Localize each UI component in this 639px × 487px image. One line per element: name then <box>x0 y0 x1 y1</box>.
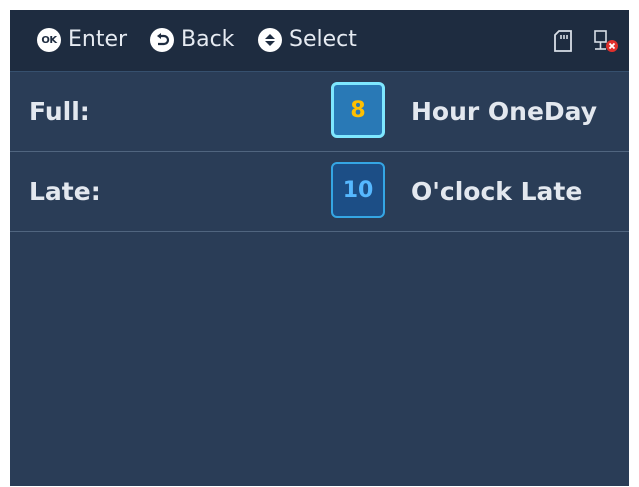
back-icon <box>150 28 174 52</box>
top-bar: OK Enter Back Select <box>10 10 629 72</box>
device-screen: OK Enter Back Select Full: 8 Hour OneDay… <box>10 10 629 486</box>
late-unit-label: O'clock Late <box>411 177 583 206</box>
late-label: Late: <box>29 177 101 206</box>
up-down-icon <box>258 28 282 52</box>
full-label: Full: <box>29 97 90 126</box>
network-disconnected-icon <box>592 28 620 54</box>
full-unit-label: Hour OneDay <box>411 97 598 126</box>
late-time-input[interactable]: 10 <box>331 162 385 218</box>
full-hours-input[interactable]: 8 <box>331 82 385 138</box>
select-hint: Select <box>258 27 357 53</box>
ok-icon: OK <box>37 28 61 52</box>
enter-hint: OK Enter <box>37 27 127 53</box>
back-label: Back <box>181 27 235 52</box>
late-setting-row[interactable]: Late: 10 O'clock Late <box>10 152 629 232</box>
sd-card-icon <box>550 28 578 54</box>
back-hint: Back <box>150 27 234 53</box>
full-setting-row[interactable]: Full: 8 Hour OneDay <box>10 72 629 152</box>
enter-label: Enter <box>68 27 128 52</box>
select-label: Select <box>289 27 357 52</box>
